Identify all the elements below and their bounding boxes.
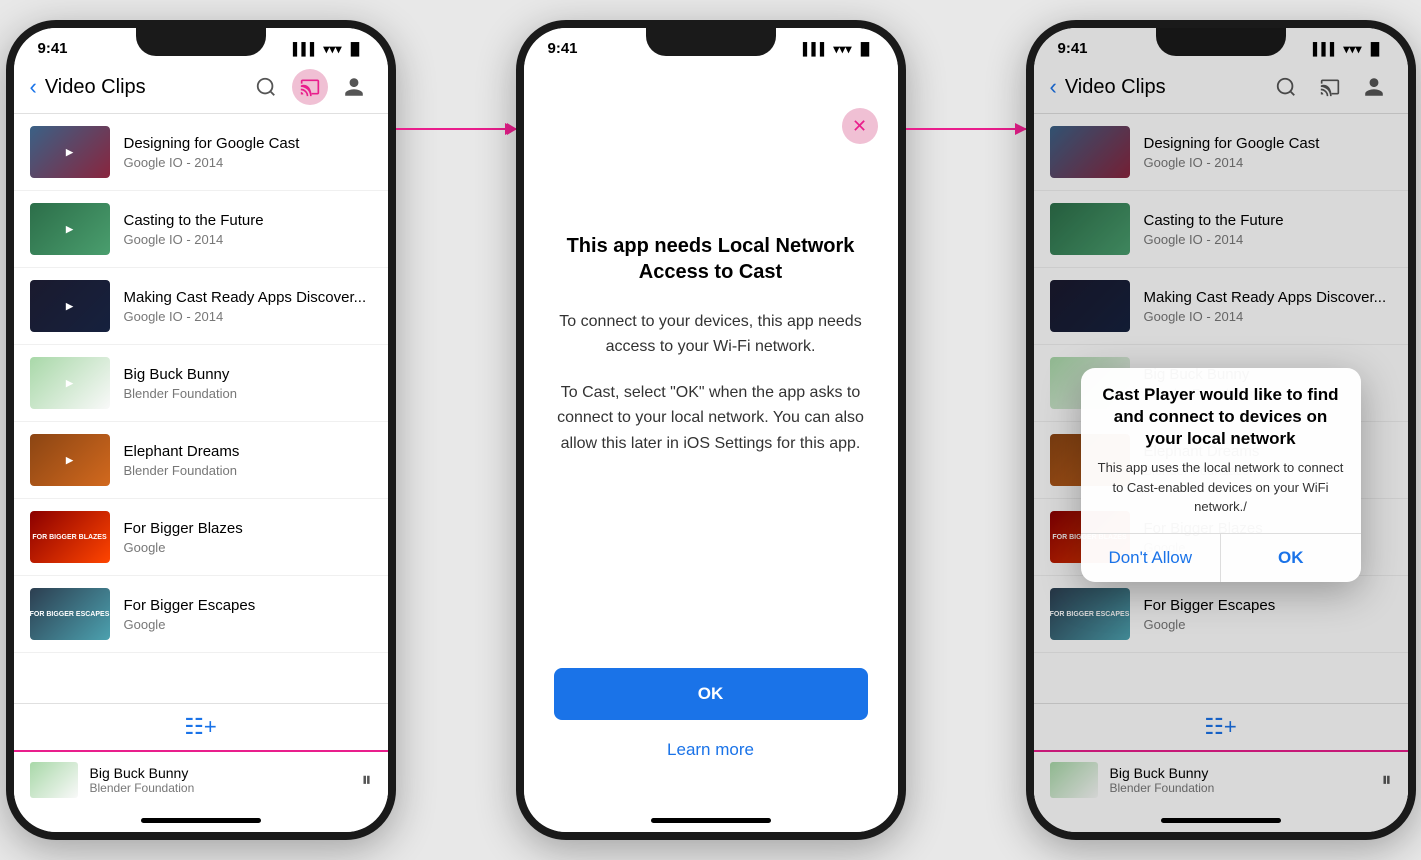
time-left: 9:41 [38, 40, 68, 57]
thumbnail-casting: ▶ [30, 203, 110, 255]
alert-buttons: Don't Allow OK [1081, 534, 1361, 582]
thumbnail-elephant: ▶ [30, 434, 110, 486]
video-subtitle: Blender Foundation [124, 463, 372, 478]
page-title-left: Video Clips [45, 76, 240, 99]
dialog-body1: To connect to your devices, this app nee… [554, 309, 868, 360]
dialog-ok-button[interactable]: OK [554, 668, 868, 720]
video-info: Elephant Dreams Blender Foundation [124, 442, 372, 479]
thumbnail-escapes: FOR BIGGER ESCAPES [30, 588, 110, 640]
search-button-left[interactable] [248, 69, 284, 105]
arrow-head-1 [505, 123, 517, 135]
video-info: For Bigger Blazes Google [124, 519, 372, 556]
list-item[interactable]: ▶ Elephant Dreams Blender Foundation [14, 422, 388, 499]
dialog-learn-button[interactable]: Learn more [554, 732, 868, 768]
video-subtitle: Google IO - 2014 [124, 232, 372, 247]
thumbnail-making: ▶ [30, 280, 110, 332]
arrow-head-2 [1015, 123, 1027, 135]
video-subtitle: Google IO - 2014 [124, 155, 372, 170]
mini-thumb-left [30, 762, 78, 798]
video-info: Designing for Google Cast Google IO - 20… [124, 134, 372, 171]
list-item[interactable]: ▶ Designing for Google Cast Google IO - … [14, 114, 388, 191]
video-info: Making Cast Ready Apps Discover... Googl… [124, 288, 372, 325]
list-item[interactable]: ▶ Big Buck Bunny Blender Foundation [14, 345, 388, 422]
middle-phone: 9:41 ▌▌▌ ▾▾▾ ▐▌ ✕ This app needs Local N… [516, 20, 906, 840]
video-title: Casting to the Future [124, 211, 372, 231]
video-info: Big Buck Bunny Blender Foundation [124, 365, 372, 402]
arrow-1 [396, 20, 516, 840]
bottom-bar-left: ☷+ [14, 703, 388, 750]
phone-notch-left [136, 28, 266, 56]
alert-title: Cast Player would like to find and conne… [1081, 368, 1361, 458]
status-icons-left: ▌▌▌ ▾▾▾ ▐▌ [293, 42, 364, 56]
right-phone: 9:41 ▌▌▌ ▾▾▾ ▐▌ ‹ Video Clips [1026, 20, 1416, 840]
signal-icon: ▌▌▌ [293, 42, 319, 56]
video-title: For Bigger Escapes [124, 596, 372, 616]
nav-bar-left: ‹ Video Clips [14, 61, 388, 114]
thumbnail-bigbuck: ▶ [30, 357, 110, 409]
main-scene: 9:41 ▌▌▌ ▾▾▾ ▐▌ ‹ Video Clips [6, 20, 1416, 840]
time-middle: 9:41 [548, 40, 578, 57]
thumbnail-designing: ▶ [30, 126, 110, 178]
left-phone: 9:41 ▌▌▌ ▾▾▾ ▐▌ ‹ Video Clips [6, 20, 396, 840]
alert-dont-allow-button[interactable]: Don't Allow [1081, 534, 1222, 582]
pause-button-left[interactable]: ⏸ [362, 769, 372, 792]
video-title: Elephant Dreams [124, 442, 372, 462]
video-subtitle: Google [124, 540, 372, 555]
dialog-footer: OK Learn more [524, 648, 898, 808]
arrow-line-2 [906, 128, 1026, 130]
wifi-icon: ▾▾▾ [323, 42, 341, 56]
add-playlist-icon[interactable]: ☷+ [184, 714, 217, 740]
home-bar-left [141, 818, 261, 823]
thumbnail-blazes: FOR BIGGER BLAZES [30, 511, 110, 563]
dialog-body2: To Cast, select "OK" when the app asks t… [554, 380, 868, 457]
alert-message: This app uses the local network to conne… [1081, 458, 1361, 533]
cast-button-left-active[interactable] [292, 69, 328, 105]
video-info: Casting to the Future Google IO - 2014 [124, 211, 372, 248]
arrow-line-1 [396, 128, 516, 130]
wifi-icon-m: ▾▾▾ [833, 42, 851, 56]
status-icons-middle: ▌▌▌ ▾▾▾ ▐▌ [803, 42, 874, 56]
video-title: For Bigger Blazes [124, 519, 372, 539]
video-info: For Bigger Escapes Google [124, 596, 372, 633]
battery-icon: ▐▌ [346, 42, 363, 56]
video-subtitle: Blender Foundation [124, 386, 372, 401]
dialog-title: This app needs Local Network Access to C… [554, 233, 868, 285]
list-item[interactable]: ▶ Casting to the Future Google IO - 2014 [14, 191, 388, 268]
mini-subtitle-left: Blender Foundation [90, 781, 350, 795]
alert-ok-button[interactable]: OK [1221, 534, 1361, 582]
mini-player-left[interactable]: Big Buck Bunny Blender Foundation ⏸ [14, 750, 388, 808]
home-indicator-middle [524, 808, 898, 832]
dialog-content: This app needs Local Network Access to C… [524, 61, 898, 648]
list-item[interactable]: FOR BIGGER BLAZES For Bigger Blazes Goog… [14, 499, 388, 576]
profile-button-left[interactable] [336, 69, 372, 105]
close-button-middle[interactable]: ✕ [842, 108, 878, 144]
mini-title-left: Big Buck Bunny [90, 765, 350, 781]
mini-info-left: Big Buck Bunny Blender Foundation [90, 765, 350, 795]
home-indicator-left [14, 808, 388, 832]
ios-alert-dialog: Cast Player would like to find and conne… [1081, 368, 1361, 582]
video-title: Big Buck Bunny [124, 365, 372, 385]
video-subtitle: Google [124, 617, 372, 632]
home-bar-middle [651, 818, 771, 823]
phone-notch-middle [646, 28, 776, 56]
video-subtitle: Google IO - 2014 [124, 309, 372, 324]
video-list-left: ▶ Designing for Google Cast Google IO - … [14, 114, 388, 703]
list-item[interactable]: FOR BIGGER ESCAPES For Bigger Escapes Go… [14, 576, 388, 653]
arrow-2 [906, 20, 1026, 840]
video-title: Making Cast Ready Apps Discover... [124, 288, 372, 308]
back-button-left[interactable]: ‹ [30, 74, 37, 100]
video-title: Designing for Google Cast [124, 134, 372, 154]
signal-icon-m: ▌▌▌ [803, 42, 829, 56]
battery-icon-m: ▐▌ [856, 42, 873, 56]
list-item[interactable]: ▶ Making Cast Ready Apps Discover... Goo… [14, 268, 388, 345]
